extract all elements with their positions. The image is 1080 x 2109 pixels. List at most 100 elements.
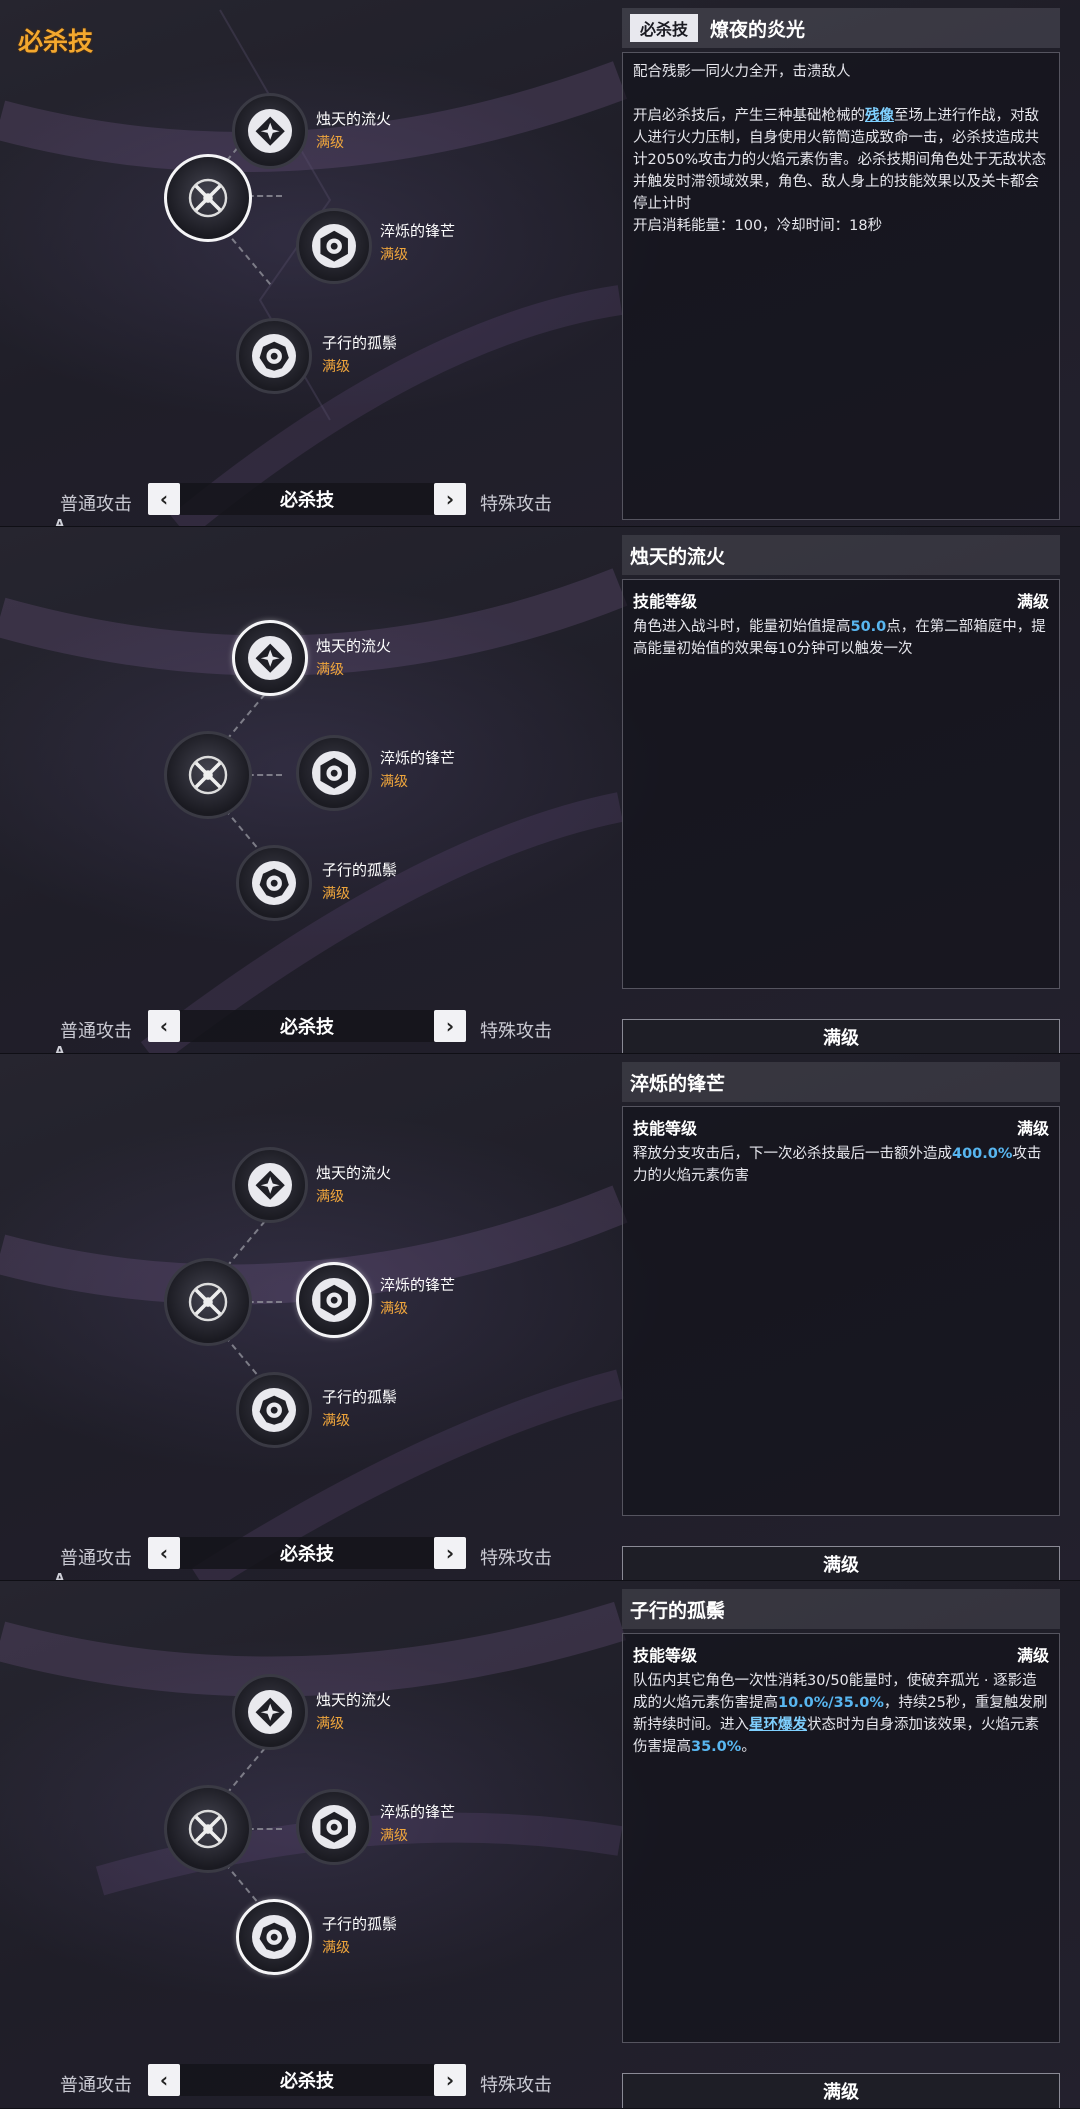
skill-node-1[interactable]	[232, 620, 308, 696]
detail-header: 烛天的流火	[622, 535, 1060, 575]
nav-normal-attack[interactable]: 普通攻击	[60, 2071, 132, 2097]
skill-node-3[interactable]	[236, 318, 312, 394]
skill-node-1-level: 满级	[316, 1716, 344, 1732]
skill-node-3-level: 满级	[322, 1940, 350, 1956]
detail-body: 技能等级 满级 队伍内其它角色一次性消耗30/50能量时，使破弃孤光 · 逐影造成…	[622, 1633, 1060, 2043]
skill-description: 释放分支攻击后，下一次必杀技最后一击额外造成400.0%攻击力的火焰元素伤害	[633, 1146, 1042, 1184]
nav-next-button[interactable]: ›	[434, 483, 466, 515]
skill-level-row: 技能等级 满级	[633, 1646, 1049, 1665]
skill-node-2[interactable]	[296, 1262, 372, 1338]
skill-node-2-level: 满级	[380, 1828, 408, 1844]
skill-node-2[interactable]	[296, 1789, 372, 1865]
nav-special-attack[interactable]: 特殊攻击	[480, 490, 552, 516]
skill-node-2-level: 满级	[380, 247, 408, 263]
skill-node-1[interactable]	[232, 93, 308, 169]
skill-node-3[interactable]	[236, 845, 312, 921]
nav-current-tab: 必杀技	[180, 2064, 434, 2096]
detail-header: 子行的孤鬃	[622, 1589, 1060, 1629]
skill-node-3[interactable]	[236, 1899, 312, 1975]
skill-node-3-label: 子行的孤鬃	[322, 1388, 398, 1406]
shield-gear-icon	[311, 1277, 357, 1323]
detail-header: 淬烁的锋芒	[622, 1062, 1060, 1102]
skill-node-3-level: 满级	[322, 359, 350, 375]
skill-node-3-label: 子行的孤鬃	[322, 334, 398, 352]
crossed-weapons-icon	[177, 1271, 239, 1333]
flower-gear-icon	[251, 1387, 297, 1433]
skill-node-1[interactable]	[232, 1674, 308, 1750]
ultimate-skill-node[interactable]	[164, 1258, 252, 1346]
skill-intro: 配合残影一同火力全开，击溃敌人	[633, 64, 851, 80]
crossed-weapons-icon	[177, 167, 239, 229]
skill-node-1-label: 烛天的流火	[316, 1164, 392, 1182]
skill-panel-node-3: 烛天的流火 满级 淬烁的锋芒 满级 子行的孤鬃 满级 普通攻击 ‹ 必杀技 › …	[0, 1581, 1080, 2109]
shield-gear-icon	[311, 223, 357, 269]
corner-marker: A	[55, 1571, 65, 1581]
flower-gear-icon	[251, 1914, 297, 1960]
skill-description: 队伍内其它角色一次性消耗30/50能量时，使破弃孤光 · 逐影造成的火焰元素伤害…	[633, 1673, 1048, 1755]
nav-next-button[interactable]: ›	[434, 1010, 466, 1042]
skill-node-1-level: 满级	[316, 135, 344, 151]
skill-description: 角色进入战斗时，能量初始值提高50.0点，在第二部箱庭中，提高能量初始值的效果每…	[633, 619, 1046, 657]
max-level-button[interactable]: 满级	[622, 2073, 1060, 2109]
diamond-star-icon	[247, 1162, 293, 1208]
shield-gear-icon	[311, 750, 357, 796]
skill-node-1-level: 满级	[316, 662, 344, 678]
nav-prev-button[interactable]: ‹	[148, 2064, 180, 2096]
diamond-star-icon	[247, 635, 293, 681]
ultimate-skill-node[interactable]	[164, 731, 252, 819]
max-level-button[interactable]: 满级	[622, 1546, 1060, 1581]
section-title: 必杀技	[18, 27, 94, 56]
detail-title: 淬烁的锋芒	[630, 1072, 726, 1095]
nav-next-button[interactable]: ›	[434, 1537, 466, 1569]
nav-current-tab: 必杀技	[180, 483, 434, 515]
nav-special-attack[interactable]: 特殊攻击	[480, 1544, 552, 1570]
crossed-weapons-icon	[177, 744, 239, 806]
nav-current-tab: 必杀技	[180, 1537, 434, 1569]
ultimate-skill-node[interactable]	[164, 154, 252, 242]
skill-node-2-label: 淬烁的锋芒	[380, 222, 456, 240]
skill-node-3-label: 子行的孤鬃	[322, 1915, 398, 1933]
nav-prev-button[interactable]: ‹	[148, 483, 180, 515]
skill-node-3-label: 子行的孤鬃	[322, 861, 398, 879]
skill-node-2-level: 满级	[380, 1301, 408, 1317]
skill-node-2-level: 满级	[380, 774, 408, 790]
diamond-star-icon	[247, 1689, 293, 1735]
skill-panel-node-2: A 烛天的流火 满级 淬烁的锋芒 满级 子行的孤鬃 满级 普通攻击 ‹ 必杀技 …	[0, 1054, 1080, 1581]
nav-normal-attack[interactable]: 普通攻击	[60, 1017, 132, 1043]
skill-panel-ultimate: 必杀技 A 烛天的流火 满级 淬烁的锋芒 满级 子行的孤鬃 满级 普通攻击 ‹ …	[0, 0, 1080, 527]
skill-node-2[interactable]	[296, 208, 372, 284]
detail-header: 必杀技 燎夜的炎光	[622, 8, 1060, 48]
skill-detail-panel: 烛天的流火 技能等级 满级 角色进入战斗时，能量初始值提高50.0点，在第二部箱庭…	[622, 535, 1060, 1054]
afterimage-link[interactable]: 残像	[865, 108, 894, 124]
skill-node-3[interactable]	[236, 1372, 312, 1448]
skill-node-2-label: 淬烁的锋芒	[380, 749, 456, 767]
crossed-weapons-icon	[177, 1798, 239, 1860]
nav-normal-attack[interactable]: 普通攻击	[60, 1544, 132, 1570]
detail-body: 配合残影一同火力全开，击溃敌人 开启必杀技后，产生三种基础枪械的残像至场上进行作…	[622, 52, 1060, 520]
nav-current-tab: 必杀技	[180, 1010, 434, 1042]
stellar-burst-link[interactable]: 星环爆发	[749, 1717, 807, 1733]
max-level-button[interactable]: 满级	[622, 1019, 1060, 1054]
corner-marker: A	[55, 1044, 65, 1054]
corner-marker: A	[55, 517, 65, 527]
skill-node-2-label: 淬烁的锋芒	[380, 1276, 456, 1294]
skill-node-1[interactable]	[232, 1147, 308, 1223]
skill-node-2[interactable]	[296, 735, 372, 811]
nav-prev-button[interactable]: ‹	[148, 1537, 180, 1569]
flower-gear-icon	[251, 333, 297, 379]
shield-gear-icon	[311, 1804, 357, 1850]
skill-node-1-label: 烛天的流火	[316, 110, 392, 128]
skill-type-tag: 必杀技	[630, 14, 699, 42]
skill-description: 开启必杀技后，产生三种基础枪械的残像至场上进行作战，对敌人进行火力压制，自身使用…	[633, 108, 1047, 234]
skill-node-1-level: 满级	[316, 1189, 344, 1205]
nav-next-button[interactable]: ›	[434, 2064, 466, 2096]
ultimate-skill-node[interactable]	[164, 1785, 252, 1873]
nav-special-attack[interactable]: 特殊攻击	[480, 1017, 552, 1043]
nav-special-attack[interactable]: 特殊攻击	[480, 2071, 552, 2097]
detail-body: 技能等级 满级 释放分支攻击后，下一次必杀技最后一击额外造成400.0%攻击力的火…	[622, 1106, 1060, 1516]
skill-panel-node-1: A 烛天的流火 满级 淬烁的锋芒 满级 子行的孤鬃 满级 普通攻击 ‹ 必杀技 …	[0, 527, 1080, 1054]
nav-normal-attack[interactable]: 普通攻击	[60, 490, 132, 516]
flower-gear-icon	[251, 860, 297, 906]
skill-level-row: 技能等级 满级	[633, 1119, 1049, 1138]
nav-prev-button[interactable]: ‹	[148, 1010, 180, 1042]
